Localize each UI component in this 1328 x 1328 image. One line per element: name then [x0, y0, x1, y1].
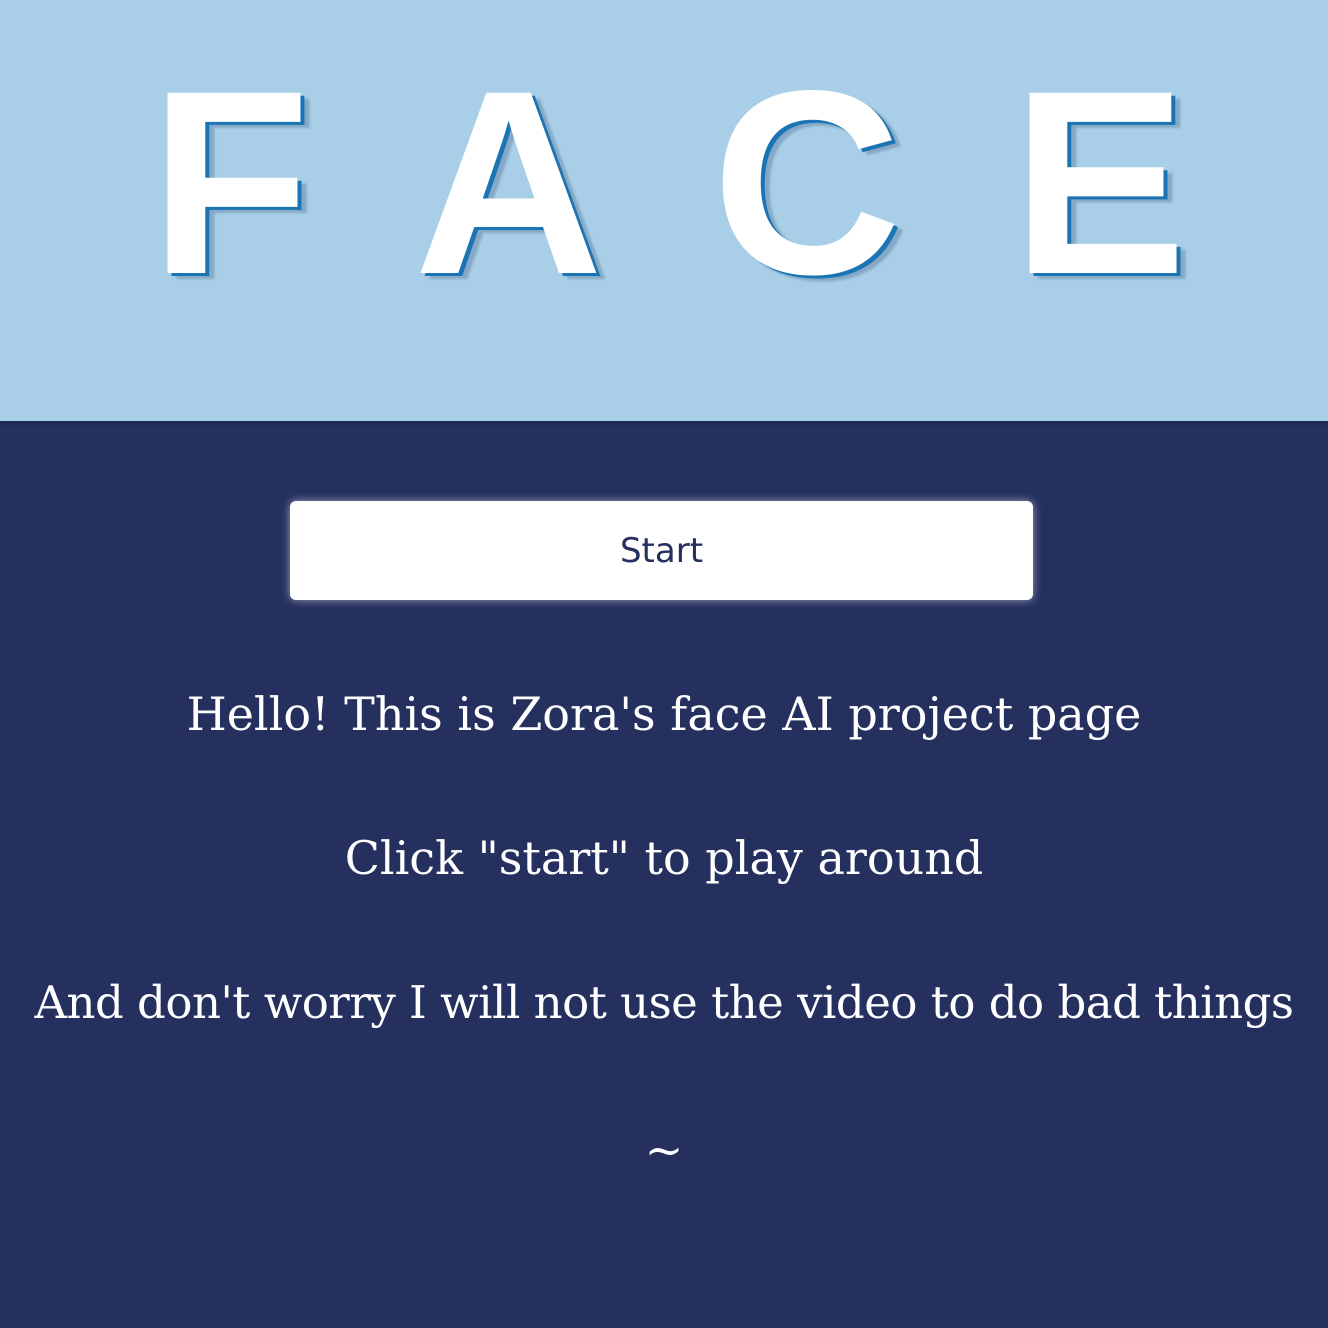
header-banner: F A C E — [0, 0, 1328, 421]
title-letter-f: F — [150, 36, 311, 329]
greeting-text: Hello! This is Zora's face AI project pa… — [186, 687, 1142, 741]
title-letter-a: A — [414, 36, 604, 329]
tilde-text: ~ — [644, 1123, 684, 1177]
instruction-text: Click "start" to play around — [344, 831, 984, 885]
title-letter-e: E — [1012, 36, 1187, 329]
title-letter-c: C — [712, 36, 902, 329]
start-button[interactable]: Start — [290, 501, 1033, 600]
reassurance-text: And don't worry I will not use the video… — [34, 976, 1294, 1029]
